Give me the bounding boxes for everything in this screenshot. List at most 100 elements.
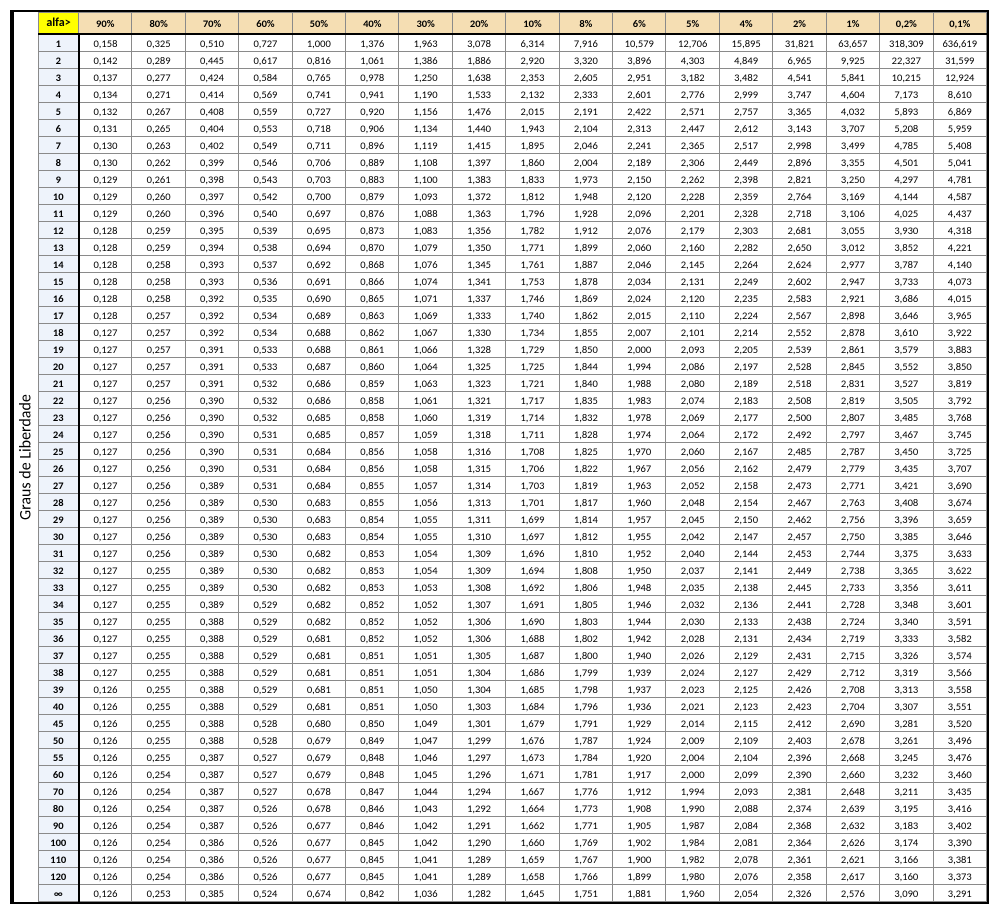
row-header: 1 bbox=[39, 34, 79, 52]
data-cell: 1,052 bbox=[399, 596, 452, 613]
data-cell: 1,088 bbox=[399, 205, 452, 222]
data-cell: 2,109 bbox=[719, 732, 772, 749]
row-header: 60 bbox=[39, 766, 79, 783]
data-cell: 2,426 bbox=[773, 681, 826, 698]
data-cell: 1,156 bbox=[399, 103, 452, 120]
data-cell: 2,639 bbox=[826, 800, 879, 817]
data-cell: 2,120 bbox=[613, 188, 666, 205]
data-cell: 0,393 bbox=[185, 273, 238, 290]
data-cell: 0,533 bbox=[239, 341, 292, 358]
data-cell: 0,530 bbox=[239, 579, 292, 596]
data-cell: 2,920 bbox=[506, 52, 559, 69]
data-cell: 1,686 bbox=[506, 664, 559, 681]
data-cell: 3,591 bbox=[933, 613, 987, 630]
data-cell: 1,658 bbox=[506, 868, 559, 885]
data-cell: 1,840 bbox=[559, 375, 612, 392]
data-cell: 0,260 bbox=[132, 205, 185, 222]
data-cell: 0,402 bbox=[185, 137, 238, 154]
data-cell: 0,906 bbox=[346, 120, 399, 137]
data-cell: 0,126 bbox=[79, 749, 132, 766]
data-cell: 0,389 bbox=[185, 511, 238, 528]
data-cell: 2,313 bbox=[613, 120, 666, 137]
data-cell: 2,738 bbox=[826, 562, 879, 579]
data-cell: 1,920 bbox=[613, 749, 666, 766]
data-cell: 5,841 bbox=[826, 69, 879, 86]
data-cell: 2,224 bbox=[719, 307, 772, 324]
data-cell: 3,390 bbox=[933, 834, 987, 851]
table-row: 80,1300,2620,3990,5460,7060,8891,1081,39… bbox=[39, 154, 987, 171]
data-cell: 3,467 bbox=[880, 426, 933, 443]
data-cell: 1,134 bbox=[399, 120, 452, 137]
data-cell: 2,898 bbox=[826, 307, 879, 324]
data-cell: 2,197 bbox=[719, 358, 772, 375]
data-cell: 2,678 bbox=[826, 732, 879, 749]
data-cell: 1,692 bbox=[506, 579, 559, 596]
table-body: 10,1580,3250,5100,7271,0001,3761,9633,07… bbox=[39, 34, 987, 902]
data-cell: 0,386 bbox=[185, 834, 238, 851]
data-cell: 1,325 bbox=[452, 358, 505, 375]
data-cell: 0,267 bbox=[132, 103, 185, 120]
data-cell: 1,828 bbox=[559, 426, 612, 443]
data-cell: 1,676 bbox=[506, 732, 559, 749]
row-header: 40 bbox=[39, 698, 79, 715]
data-cell: 0,126 bbox=[79, 868, 132, 885]
data-cell: 1,753 bbox=[506, 273, 559, 290]
data-cell: 3,281 bbox=[880, 715, 933, 732]
data-cell: 1,041 bbox=[399, 868, 452, 885]
row-header: 13 bbox=[39, 239, 79, 256]
data-cell: 3,348 bbox=[880, 596, 933, 613]
data-cell: 0,396 bbox=[185, 205, 238, 222]
table-row: 360,1270,2550,3880,5290,6810,8521,0521,3… bbox=[39, 630, 987, 647]
data-cell: 0,127 bbox=[79, 562, 132, 579]
data-cell: 2,449 bbox=[719, 154, 772, 171]
data-cell: 0,130 bbox=[79, 137, 132, 154]
data-cell: 0,852 bbox=[346, 596, 399, 613]
data-cell: 2,951 bbox=[613, 69, 666, 86]
data-cell: 2,624 bbox=[773, 256, 826, 273]
data-cell: 0,389 bbox=[185, 545, 238, 562]
data-cell: 0,703 bbox=[292, 171, 345, 188]
data-cell: 3,551 bbox=[933, 698, 987, 715]
data-cell: 0,127 bbox=[79, 443, 132, 460]
data-cell: 0,257 bbox=[132, 341, 185, 358]
data-cell: 3,261 bbox=[880, 732, 933, 749]
data-cell: 0,617 bbox=[239, 52, 292, 69]
data-cell: 3,333 bbox=[880, 630, 933, 647]
data-cell: 1,687 bbox=[506, 647, 559, 664]
table-row: 120,1280,2590,3950,5390,6950,8731,0831,3… bbox=[39, 222, 987, 239]
data-cell: 2,423 bbox=[773, 698, 826, 715]
data-cell: 2,303 bbox=[719, 222, 772, 239]
data-cell: 0,528 bbox=[239, 715, 292, 732]
data-cell: 0,678 bbox=[292, 800, 345, 817]
data-cell: 0,255 bbox=[132, 664, 185, 681]
data-cell: 0,388 bbox=[185, 681, 238, 698]
data-cell: 1,311 bbox=[452, 511, 505, 528]
data-cell: 0,866 bbox=[346, 273, 399, 290]
data-cell: 1,313 bbox=[452, 494, 505, 511]
data-cell: 1,309 bbox=[452, 562, 505, 579]
data-cell: 1,799 bbox=[559, 664, 612, 681]
data-cell: 0,127 bbox=[79, 392, 132, 409]
col-header: 4% bbox=[719, 13, 772, 35]
data-cell: 0,254 bbox=[132, 800, 185, 817]
data-cell: 0,126 bbox=[79, 766, 132, 783]
data-cell: 1,341 bbox=[452, 273, 505, 290]
data-cell: 3,326 bbox=[880, 647, 933, 664]
data-cell: 2,381 bbox=[773, 783, 826, 800]
data-cell: 2,517 bbox=[719, 137, 772, 154]
row-header: 14 bbox=[39, 256, 79, 273]
data-cell: 0,862 bbox=[346, 324, 399, 341]
data-cell: 1,100 bbox=[399, 171, 452, 188]
data-cell: 0,257 bbox=[132, 324, 185, 341]
data-cell: 0,718 bbox=[292, 120, 345, 137]
data-cell: 0,816 bbox=[292, 52, 345, 69]
data-cell: 10,579 bbox=[613, 34, 666, 52]
data-cell: 1,305 bbox=[452, 647, 505, 664]
data-cell: 1,776 bbox=[559, 783, 612, 800]
data-cell: 1,052 bbox=[399, 613, 452, 630]
data-cell: 0,861 bbox=[346, 341, 399, 358]
data-cell: 0,532 bbox=[239, 409, 292, 426]
data-cell: 0,398 bbox=[185, 171, 238, 188]
row-header: 33 bbox=[39, 579, 79, 596]
data-cell: 0,685 bbox=[292, 426, 345, 443]
